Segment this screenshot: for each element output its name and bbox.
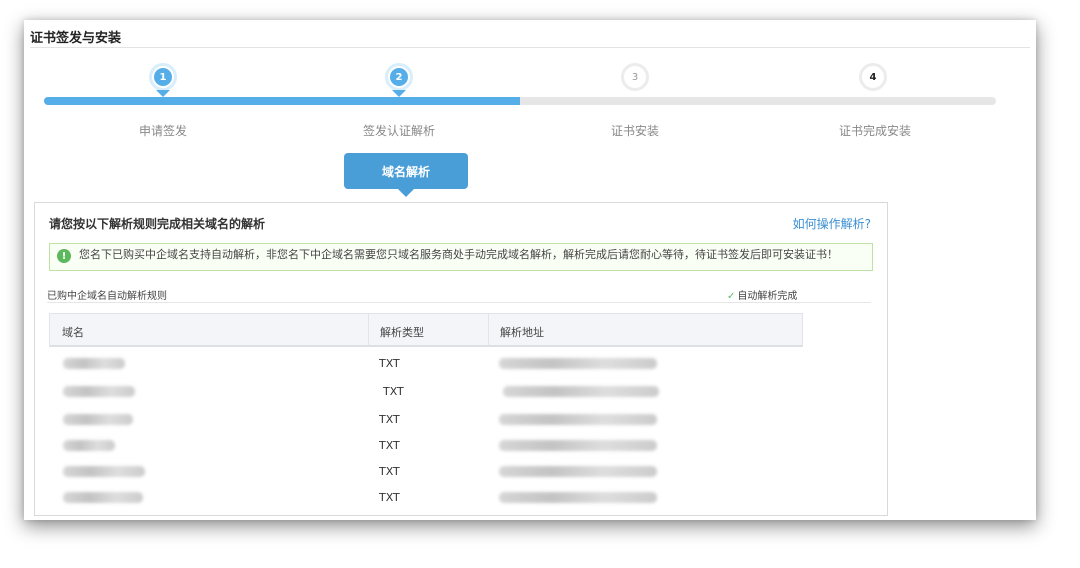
rules-caption: 已购中企域名自动解析规则 [47, 291, 167, 302]
active-step-callout: 域名解析 [344, 153, 468, 189]
page-title: 证书签发与安装 [30, 31, 122, 46]
column-record-type: 解析类型 [380, 326, 424, 339]
check-icon: ✓ [727, 291, 736, 302]
record-type: TXT [379, 413, 400, 426]
step-2-label: 签发认证解析 [362, 124, 435, 138]
progress-track [44, 97, 996, 105]
column-divider [368, 314, 369, 346]
table-header: 域名 解析类型 解析地址 [49, 313, 803, 347]
redacted-domain [63, 466, 145, 477]
redacted-domain [63, 414, 133, 425]
caption-divider [47, 302, 871, 303]
column-domain: 域名 [62, 326, 84, 339]
panel-header: 请您按以下解析规则完成相关域名的解析 [49, 217, 266, 231]
step-1-label: 申请签发 [138, 124, 187, 138]
table-row: TXT [49, 351, 803, 377]
redacted-value [499, 492, 657, 503]
step-1-number: 1 [154, 68, 172, 86]
step-3-number: 3 [626, 68, 644, 86]
table-row: TXT [49, 459, 803, 485]
app-window: 证书签发与安装 1 2 3 4 申请签发 签发认证解析 证书安装 证书完成安装 … [24, 20, 1036, 520]
help-link[interactable]: 如何操作解析? [793, 215, 871, 232]
redacted-domain [63, 492, 143, 503]
auto-resolve-status: ✓ 自动解析完成 [727, 287, 797, 302]
record-type: TXT [379, 491, 400, 504]
step-3-label: 证书安装 [610, 124, 659, 138]
redacted-value [499, 440, 657, 451]
redacted-domain [63, 440, 115, 451]
exclamation-circle-icon: ! [57, 249, 71, 263]
column-record-value: 解析地址 [500, 326, 544, 339]
progress-fill [44, 97, 520, 105]
record-type: TXT [379, 357, 400, 370]
step-4-number: 4 [864, 68, 882, 86]
record-type: TXT [383, 385, 404, 398]
step-2-pointer [392, 90, 406, 97]
step-2-number: 2 [390, 68, 408, 86]
step-1-pointer [156, 90, 170, 97]
redacted-domain [63, 358, 125, 369]
table-row: TXT [49, 407, 803, 433]
step-4-label: 证书完成安装 [838, 124, 911, 138]
step-1-node: 1 [149, 63, 177, 91]
record-type: TXT [379, 439, 400, 452]
redacted-value [499, 414, 657, 425]
table-row: TXT [49, 433, 803, 459]
redacted-value [499, 466, 657, 477]
notice-box: ! 您名下已购买中企域名支持自动解析，非您名下中企域名需要您只域名服务商处手动完… [49, 243, 873, 271]
redacted-value [499, 358, 657, 369]
table-row: TXT [49, 485, 803, 511]
table-row: TXT [49, 379, 803, 405]
step-3-node: 3 [621, 63, 649, 91]
redacted-value [503, 386, 659, 397]
step-4-node: 4 [859, 63, 887, 91]
record-type: TXT [379, 465, 400, 478]
step-2-node: 2 [385, 63, 413, 91]
title-divider [30, 47, 1030, 48]
status-text: 自动解析完成 [737, 291, 798, 302]
callout-arrow [398, 189, 414, 197]
redacted-domain [63, 386, 135, 397]
column-divider [488, 314, 489, 346]
notice-text: 您名下已购买中企域名支持自动解析，非您名下中企域名需要您只域名服务商处手动完成域… [79, 248, 838, 261]
dns-rules-panel: 请您按以下解析规则完成相关域名的解析 如何操作解析? ! 您名下已购买中企域名支… [34, 202, 888, 516]
